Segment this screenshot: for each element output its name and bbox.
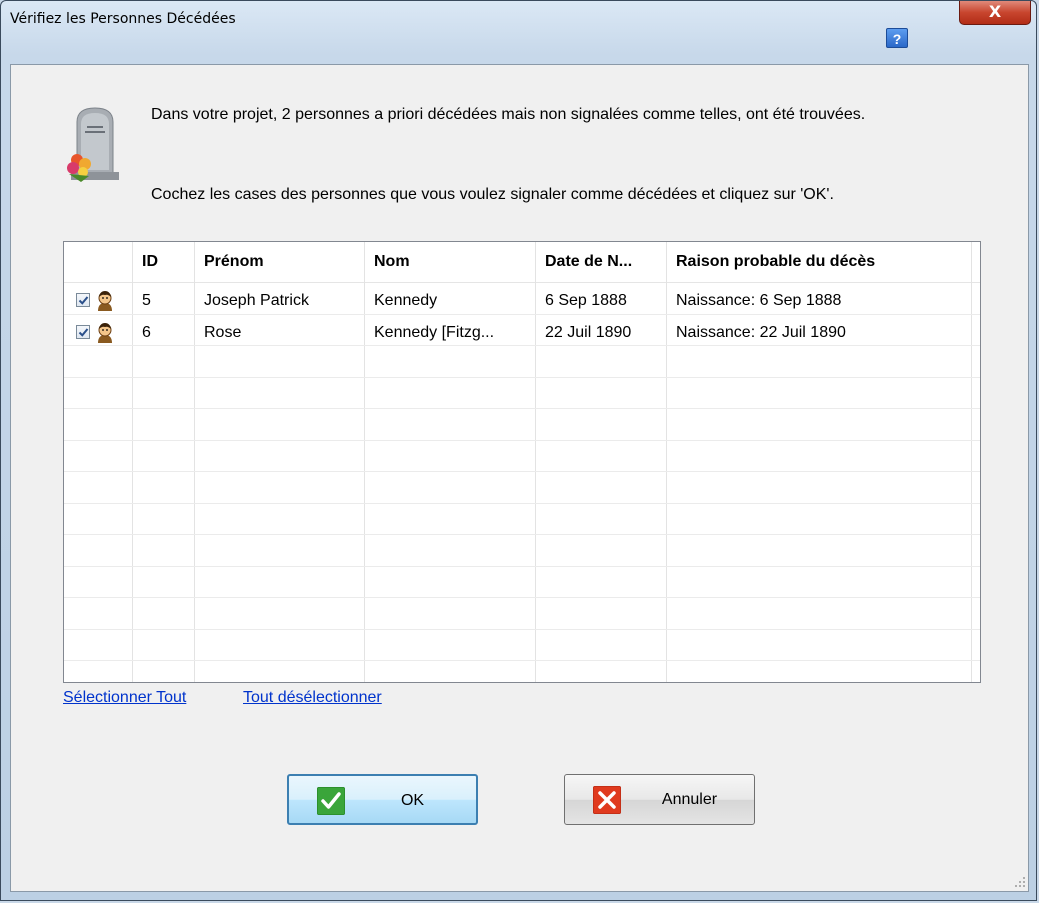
cell-date: 6 Sep 1888	[545, 292, 627, 309]
cell-nom: Kennedy [Fitzg...	[374, 324, 495, 341]
row-checkbox[interactable]	[76, 293, 90, 307]
cancel-x-icon	[593, 786, 621, 814]
close-button[interactable]: X	[959, 1, 1031, 25]
table-row[interactable]: 6 Rose Kennedy [Fitzg... 22 Juil 1890 Na…	[64, 317, 980, 348]
row-divider	[64, 597, 980, 598]
cell-prenom: Rose	[204, 324, 242, 341]
resize-grip-icon[interactable]	[1014, 876, 1026, 888]
deselect-all-link[interactable]: Tout désélectionner	[243, 689, 382, 707]
persons-table[interactable]: ID Prénom Nom Date de N... Raison probab…	[63, 241, 981, 683]
row-divider	[64, 566, 980, 567]
row-divider	[64, 471, 980, 472]
title-bar[interactable]: Vérifiez les Personnes Décédées ? X	[1, 1, 1036, 48]
column-header-nom[interactable]: Nom	[364, 242, 535, 282]
column-header-id[interactable]: ID	[132, 242, 194, 282]
person-icon	[98, 323, 112, 343]
instruction-message: Cochez les cases des personnes que vous …	[151, 186, 834, 203]
person-icon	[98, 291, 112, 311]
row-divider	[64, 660, 980, 661]
table-header: ID Prénom Nom Date de N... Raison probab…	[64, 242, 980, 283]
cell-raison: Naissance: 22 Juil 1890	[676, 324, 846, 341]
cell-nom: Kennedy	[374, 292, 438, 309]
row-checkbox[interactable]	[76, 325, 90, 339]
checkmark-icon	[317, 787, 345, 815]
column-header-select[interactable]	[64, 242, 132, 282]
select-all-link[interactable]: Sélectionner Tout	[63, 689, 186, 707]
info-message: Dans votre projet, 2 personnes a priori …	[151, 106, 866, 123]
row-divider	[64, 408, 980, 409]
cell-date: 22 Juil 1890	[545, 324, 632, 341]
dialog-window: Vérifiez les Personnes Décédées ? X Dans…	[0, 0, 1037, 901]
column-header-date[interactable]: Date de N...	[535, 242, 666, 282]
tombstone-icon	[67, 107, 119, 182]
column-header-raison[interactable]: Raison probable du décès	[666, 242, 971, 282]
checkmark-icon	[78, 328, 89, 337]
cell-raison: Naissance: 6 Sep 1888	[676, 292, 842, 309]
ok-button[interactable]: OK	[287, 774, 478, 825]
column-header-prenom[interactable]: Prénom	[194, 242, 364, 282]
cell-id: 5	[142, 292, 151, 309]
checkmark-icon	[78, 296, 89, 305]
cancel-button[interactable]: Annuler	[564, 774, 755, 825]
help-button[interactable]: ?	[886, 28, 908, 48]
row-divider	[64, 440, 980, 441]
row-divider	[64, 629, 980, 630]
row-divider	[64, 503, 980, 504]
window-title: Vérifiez les Personnes Décédées	[10, 11, 236, 27]
cancel-label: Annuler	[661, 791, 718, 808]
table-row[interactable]: 5 Joseph Patrick Kennedy 6 Sep 1888 Nais…	[64, 285, 980, 316]
cell-prenom: Joseph Patrick	[204, 292, 309, 309]
cell-id: 6	[142, 324, 151, 341]
row-divider	[64, 377, 980, 378]
row-divider	[64, 534, 980, 535]
ok-label: OK	[400, 792, 425, 809]
